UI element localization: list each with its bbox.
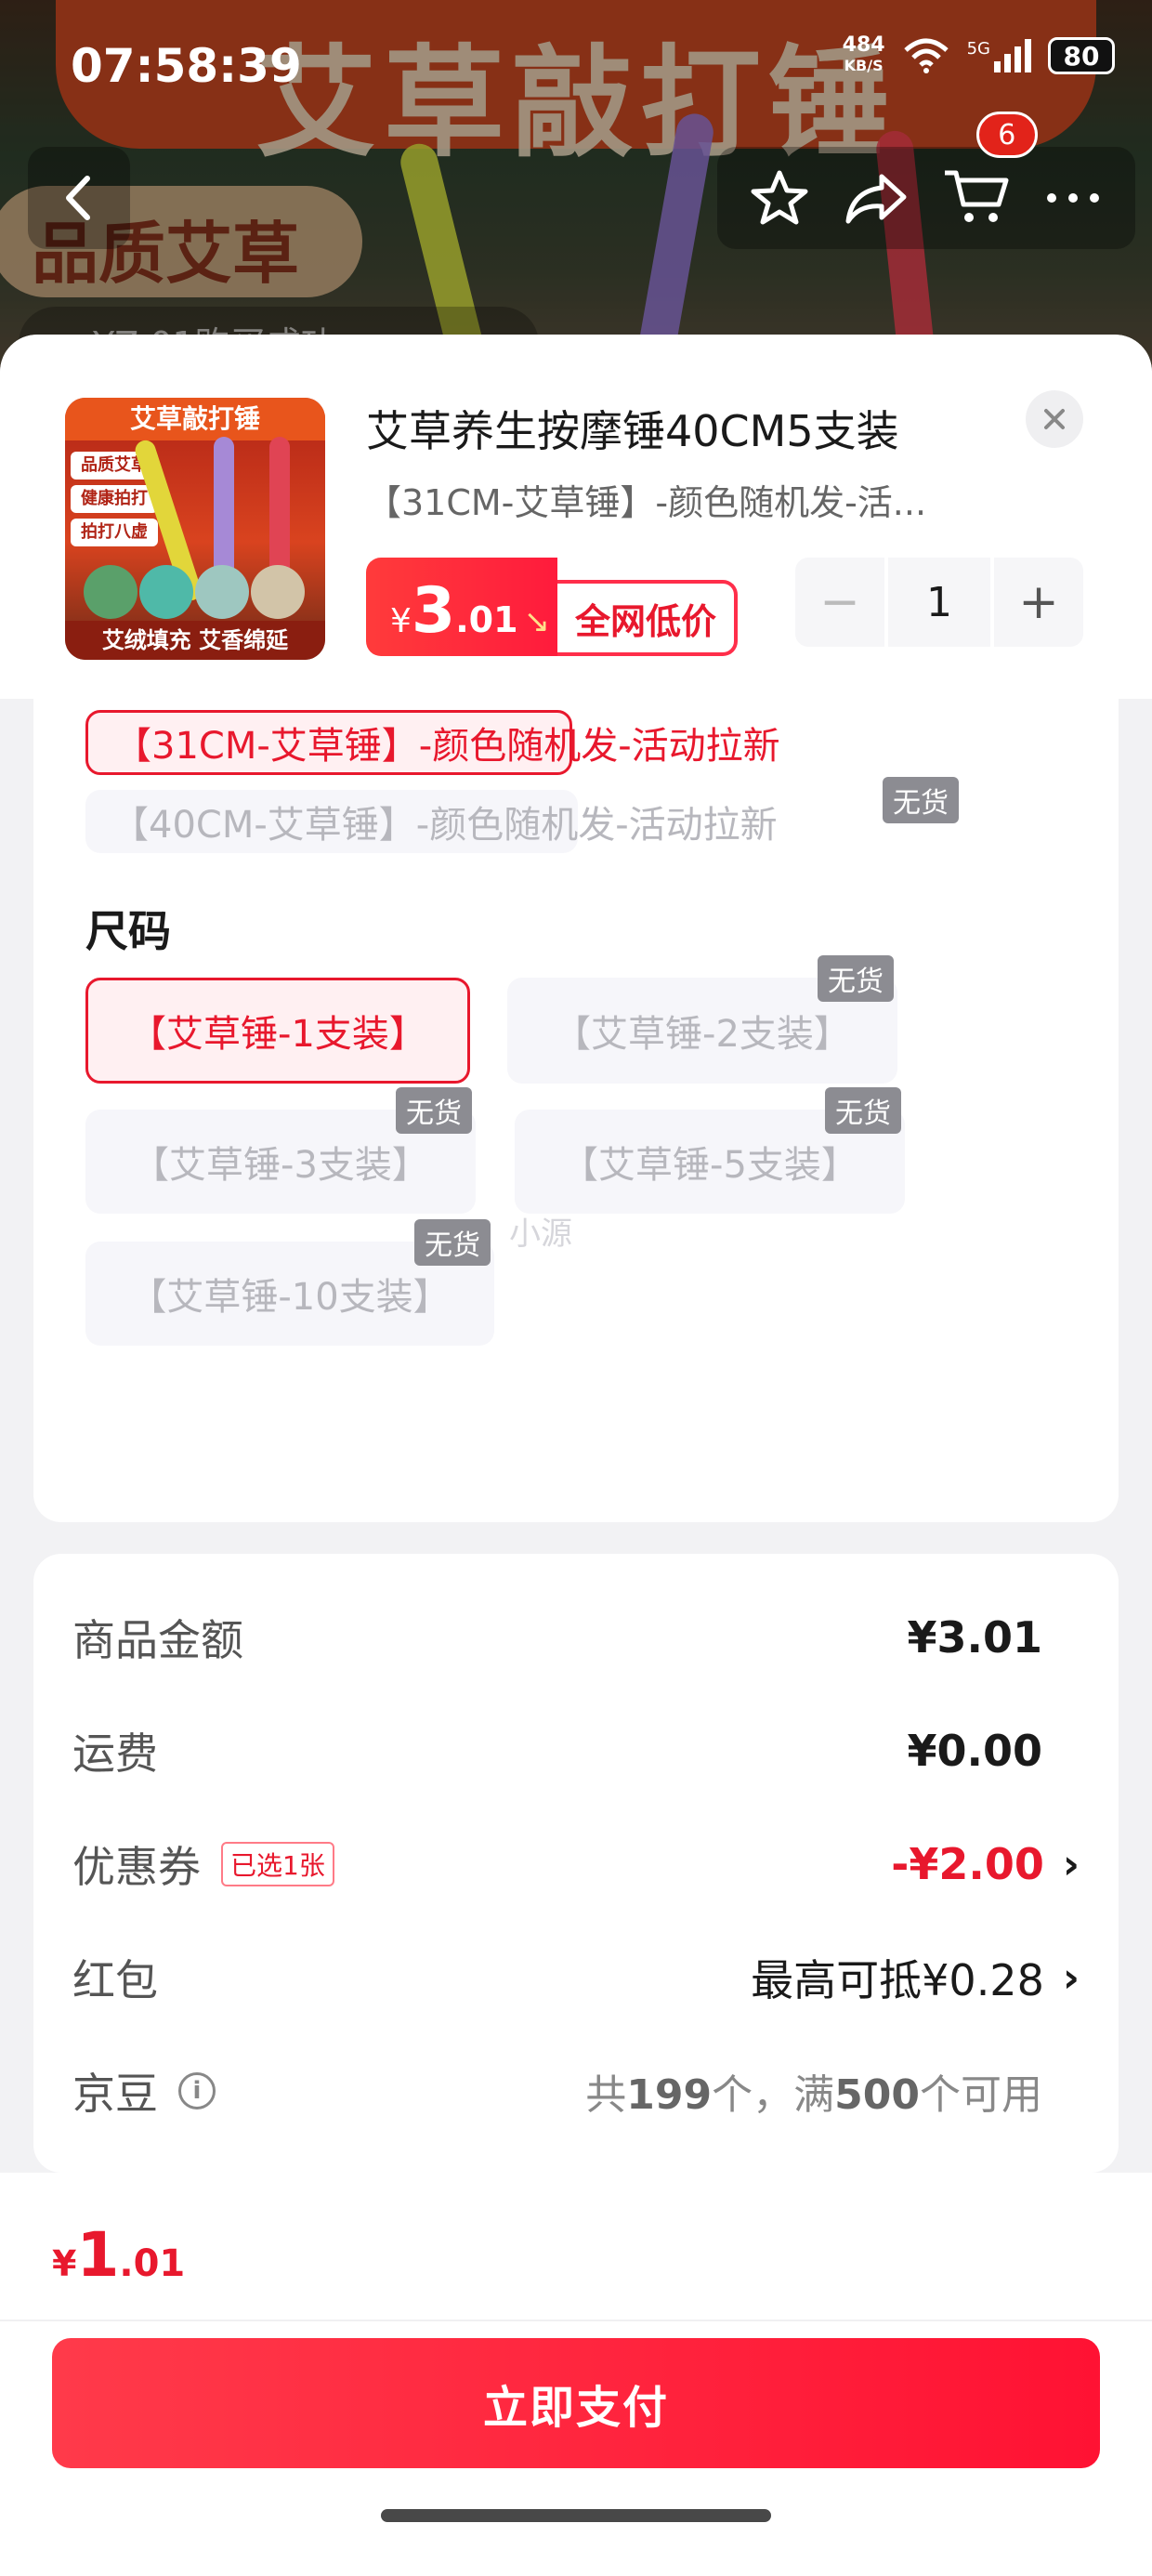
network-speed: 484 KB/S <box>843 35 885 76</box>
status-icons: 484 KB/S 5G 80 <box>843 35 1115 76</box>
coupon-selected-badge: 已选1张 <box>221 1842 334 1886</box>
jingdou-value: 共199个，满500个可用 <box>585 2061 1042 2121</box>
coupon-label: 优惠券 <box>72 1842 201 1892</box>
back-button[interactable] <box>28 147 130 249</box>
purchase-sheet: 艾草敲打锤 品质艾草 健康拍打 拍打八虚 艾绒填充 艾香绵延 艾草养生按摩锤40… <box>0 335 1152 2576</box>
product-thumbnail[interactable]: 艾草敲打锤 品质艾草 健康拍打 拍打八虚 艾绒填充 艾香绵延 <box>65 398 325 660</box>
goods-amount-value: ¥3.01 <box>907 1612 1042 1663</box>
thumbnail-tag: 拍打八虚 <box>71 519 158 546</box>
top-action-bar: 6 <box>717 112 1135 249</box>
home-indicator <box>381 2509 771 2522</box>
wifi-icon <box>903 38 949 73</box>
sold-out-badge: 无货 <box>883 777 959 823</box>
price-currency: ¥ <box>390 602 412 640</box>
red-packet-row[interactable]: 红包 最高可抵¥0.28 › <box>72 1940 1080 2015</box>
jingdou-text: 个，满 <box>712 2071 835 2119</box>
jingdou-row: 京豆 i 共199个，满500个可用 <box>72 2054 1080 2128</box>
jingdou-text: 共 <box>585 2071 627 2119</box>
chevron-left-icon <box>66 176 90 220</box>
size-section-title: 尺码 <box>85 906 171 956</box>
total-currency: ¥ <box>52 2243 77 2284</box>
sold-out-badge: 无货 <box>414 1219 491 1266</box>
total-decimal: .01 <box>119 2242 186 2285</box>
network-speed-unit: KB/S <box>844 57 884 74</box>
total-price: ¥ 1 .01 <box>52 2219 185 2291</box>
thumbnail-hammer-head <box>251 565 305 619</box>
shopping-cart-icon <box>944 170 1009 222</box>
lowest-price-tag: 全网低价 <box>557 580 738 656</box>
thumbnail-hammer-head <box>139 565 193 619</box>
favorite-star-icon[interactable] <box>747 165 812 230</box>
price-drop-arrow-icon: ↘ <box>523 603 551 640</box>
total-integer: 1 <box>76 2219 120 2291</box>
close-icon <box>1044 409 1065 429</box>
quantity-stepper: − 1 + <box>795 558 1083 647</box>
divider <box>0 2320 1152 2321</box>
price-decimal: .01 <box>455 599 518 640</box>
info-icon[interactable]: i <box>178 2072 216 2109</box>
checkout-footer: ¥ 1 .01 立即支付 <box>0 2173 1152 2576</box>
jingdou-label: 京豆 <box>72 2069 158 2119</box>
battery-indicator: 80 <box>1048 37 1115 74</box>
watermark: 小源 <box>509 1216 572 1253</box>
coupon-value-group: -¥2.00 › <box>891 1839 1080 1889</box>
sold-out-badge: 无货 <box>818 955 894 1002</box>
product-title: 艾草养生按摩锤40CM5支装 <box>366 406 899 456</box>
jingdou-count: 199 <box>626 2071 713 2119</box>
sold-out-badge: 无货 <box>825 1087 901 1134</box>
more-icon[interactable] <box>1041 189 1106 207</box>
sold-out-badge: 无货 <box>396 1087 472 1134</box>
order-summary: 商品金额 ¥3.01 运费 ¥0.00 优惠券 已选1张 -¥2.00 › 红包… <box>33 1554 1119 2173</box>
status-time: 07:58:39 <box>71 39 302 93</box>
cellular-signal-icon: 5G <box>967 39 1031 72</box>
chevron-right-icon: › <box>1062 1953 1080 2002</box>
share-icon[interactable] <box>841 165 911 230</box>
shipping-label: 运费 <box>72 1728 158 1779</box>
chevron-right-icon: › <box>1062 1840 1080 1888</box>
sheet-header: 艾草敲打锤 品质艾草 健康拍打 拍打八虚 艾绒填充 艾香绵延 艾草养生按摩锤40… <box>0 335 1152 699</box>
thumbnail-hammer-head <box>195 565 249 619</box>
price-integer: 3 <box>411 574 456 648</box>
network-speed-value: 484 <box>842 33 885 57</box>
option-label: 【31CM-艾草锤】-颜色随机发-活动拉新 <box>114 725 780 768</box>
network-type: 5G <box>966 39 990 59</box>
spec-selector: 【31CM-艾草锤】-颜色随机发-活动拉新 【40CM-艾草锤】-颜色随机发-活… <box>33 699 1119 1522</box>
coupon-discount-value: -¥2.00 <box>891 1839 1044 1889</box>
decrease-quantity-button[interactable]: − <box>795 558 884 647</box>
goods-amount-label: 商品金额 <box>72 1615 243 1665</box>
price-box: ¥ 3 .01 ↘ 全网低价 <box>366 558 738 656</box>
color-option[interactable]: 【31CM-艾草锤】-颜色随机发-活动拉新 <box>85 710 780 775</box>
quantity-value[interactable]: 1 <box>888 558 990 647</box>
coupon-label-group: 优惠券 已选1张 <box>72 1833 334 1895</box>
thumbnail-hammer-head <box>84 565 137 619</box>
jingdou-label-group: 京豆 i <box>72 2060 216 2122</box>
thumbnail-tag: 健康拍打 <box>71 485 158 513</box>
jingdou-text: 个可用 <box>920 2071 1042 2119</box>
cart-button[interactable]: 6 <box>941 112 1038 232</box>
size-option[interactable]: 【艾草锤-1支装】 <box>85 978 470 1084</box>
close-button[interactable] <box>1026 390 1083 448</box>
increase-quantity-button[interactable]: + <box>994 558 1083 647</box>
pay-now-button[interactable]: 立即支付 <box>52 2338 1100 2468</box>
red-packet-value: 最高可抵¥0.28 <box>751 1955 1044 2005</box>
thumbnail-title: 艾草敲打锤 <box>65 398 325 440</box>
jingdou-min: 500 <box>834 2071 920 2119</box>
red-packet-value-group: 最高可抵¥0.28 › <box>751 1947 1080 2008</box>
option-label: 【40CM-艾草锤】-颜色随机发-活动拉新 <box>111 804 778 847</box>
coupon-row[interactable]: 优惠券 已选1张 -¥2.00 › <box>72 1827 1080 1901</box>
selected-spec-text: 【31CM-艾草锤】-颜色随机发-活... <box>366 482 927 523</box>
goods-amount-row: 商品金额 ¥3.01 <box>72 1600 1080 1675</box>
thumbnail-caption: 艾绒填充 艾香绵延 <box>65 621 325 660</box>
cart-count-badge: 6 <box>975 112 1038 158</box>
shipping-value: ¥0.00 <box>907 1726 1042 1776</box>
red-packet-label: 红包 <box>72 1955 158 2005</box>
unit-price: ¥ 3 .01 ↘ <box>366 558 557 656</box>
color-option[interactable]: 【40CM-艾草锤】-颜色随机发-活动拉新 <box>85 790 778 853</box>
shipping-row: 运费 ¥0.00 <box>72 1714 1080 1788</box>
